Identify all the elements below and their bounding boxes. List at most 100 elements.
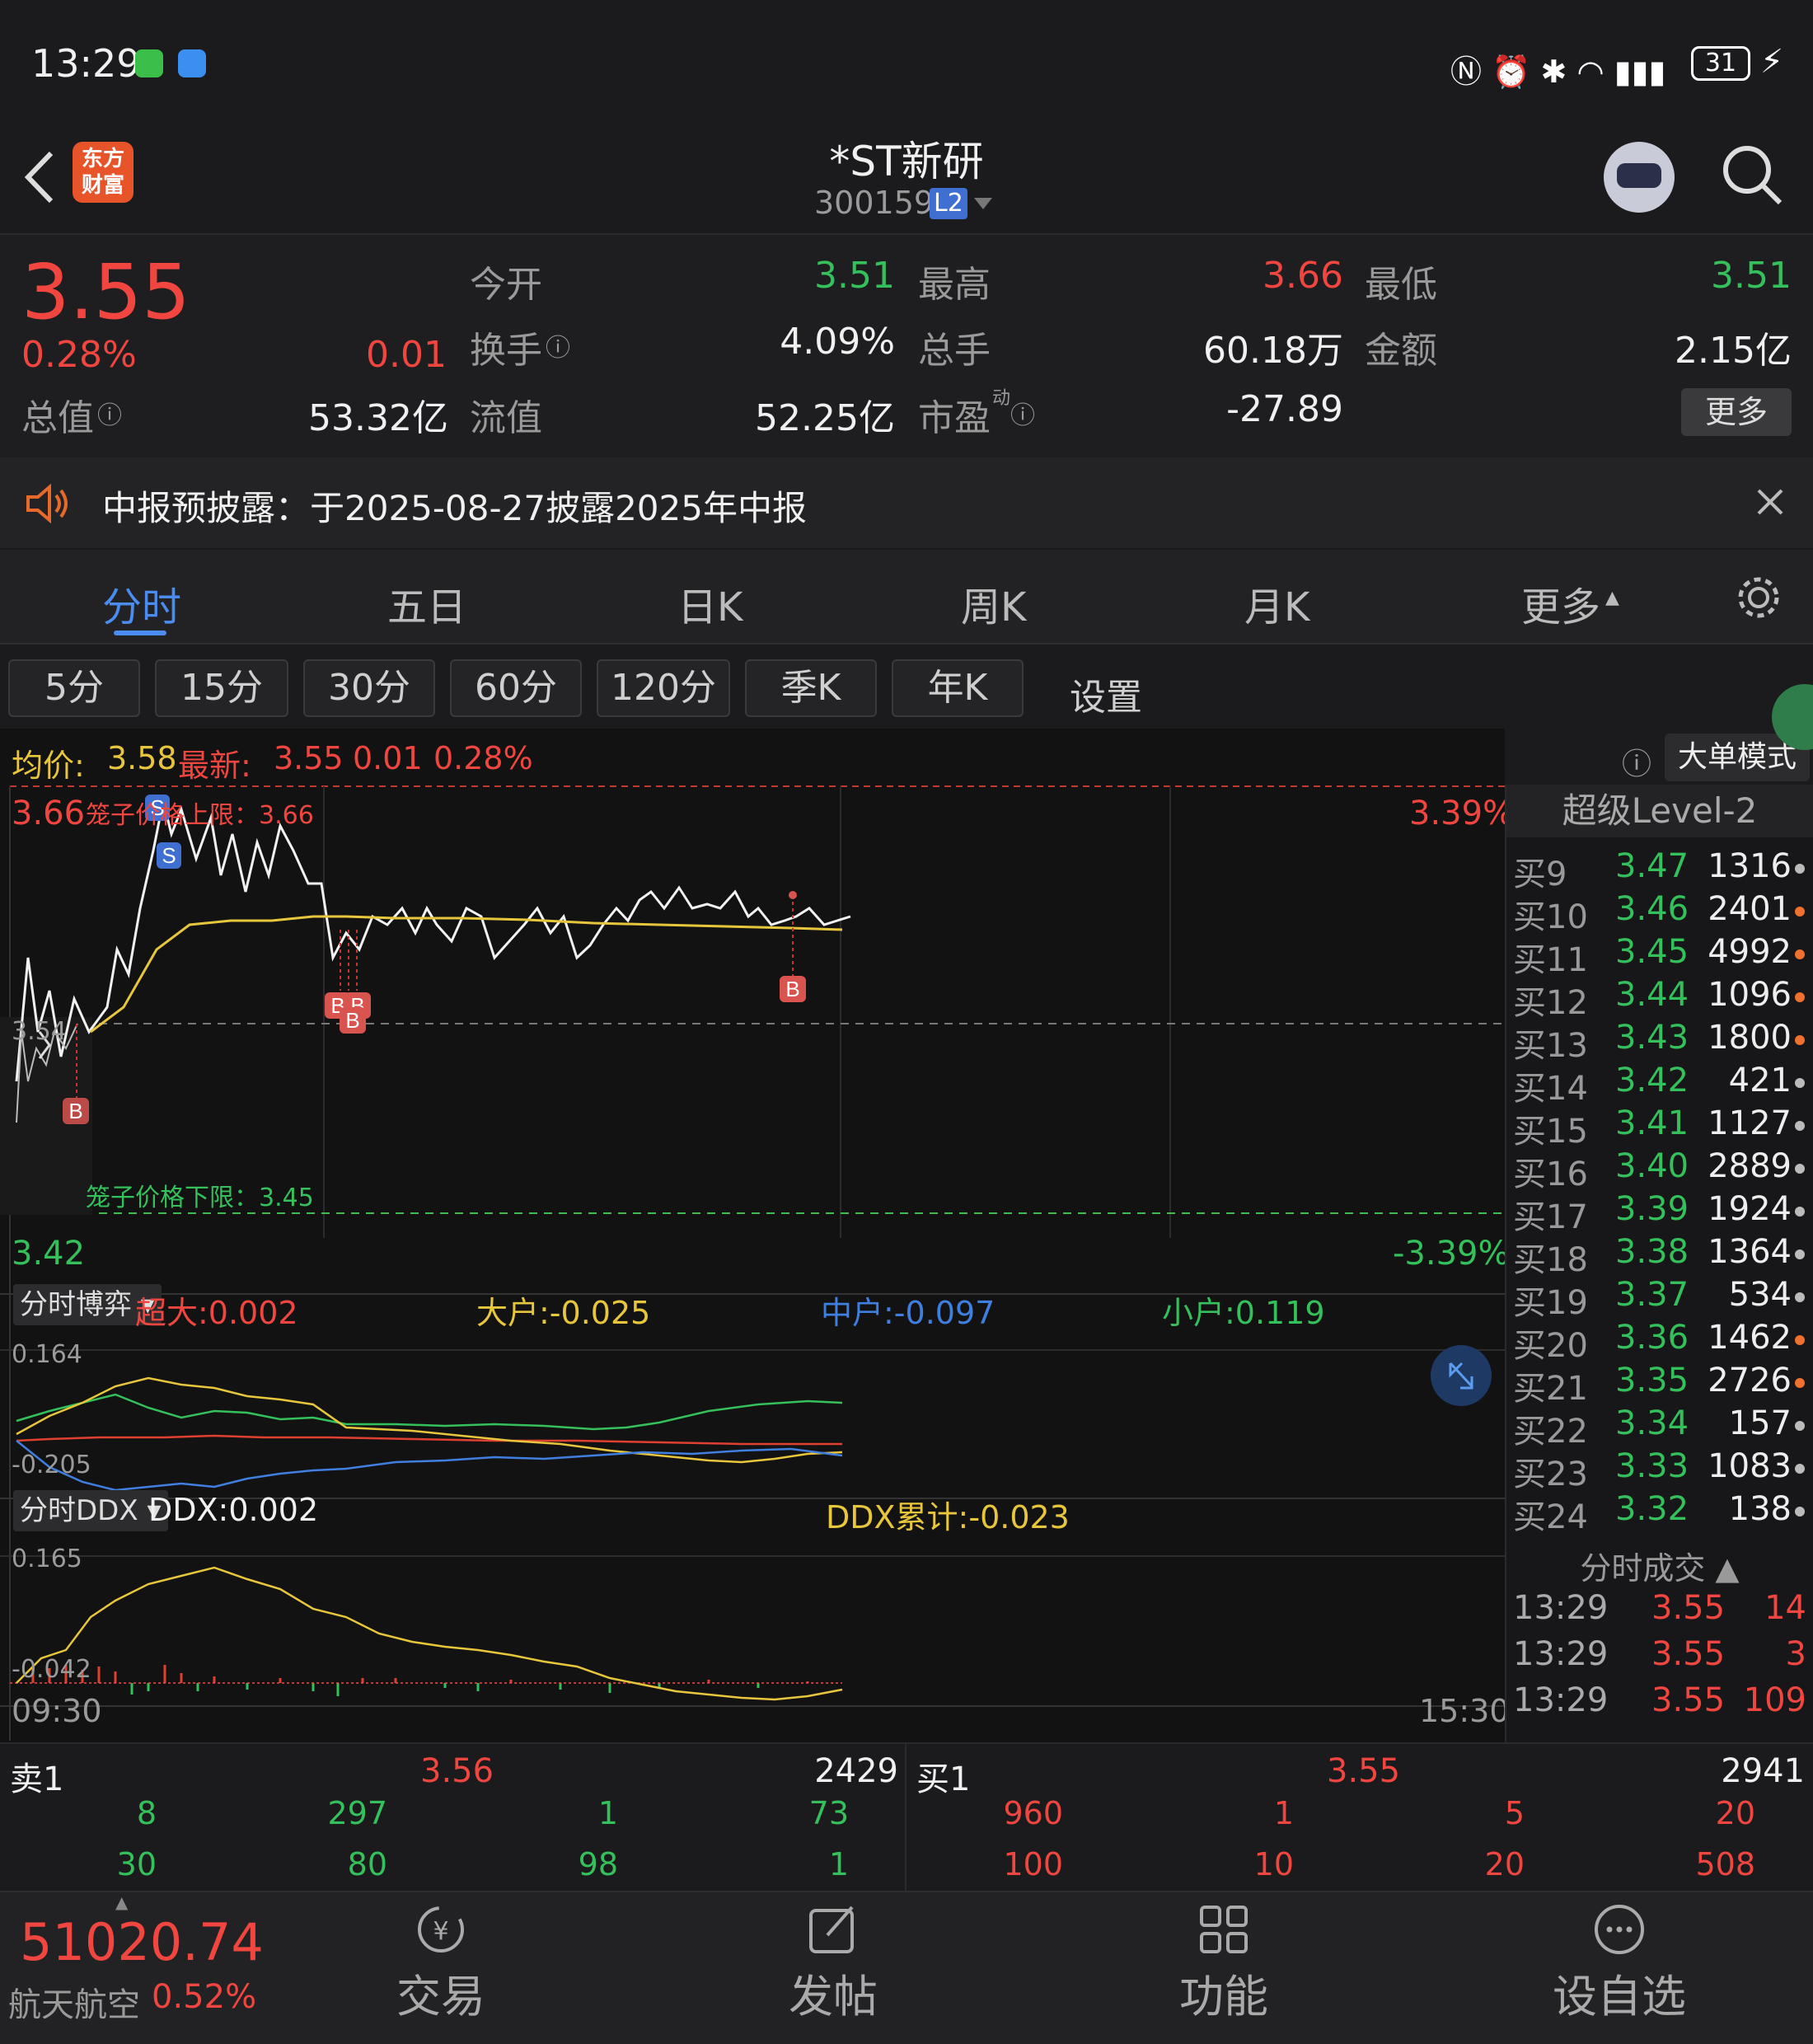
orderbook-row: 买21 3.35 2726 — [1506, 1362, 1813, 1408]
trade-volume: 109 — [1743, 1681, 1806, 1719]
chevron-up-icon: ▲ — [1605, 588, 1619, 608]
volume-label: 总手 — [918, 330, 991, 372]
status-dot — [1795, 1121, 1805, 1131]
trade-price: 3.55 — [1651, 1589, 1726, 1627]
buy-marker[interactable]: B — [63, 1098, 89, 1124]
orderbook-row: 买13 3.43 1800 — [1506, 1019, 1813, 1065]
period-settings[interactable]: 设置 — [1070, 668, 1142, 720]
nav-add-watchlist[interactable]: 设自选 — [1541, 1902, 1698, 2025]
more-button[interactable]: 更多 — [1681, 388, 1792, 436]
sell-marker[interactable]: S — [157, 842, 181, 869]
tab-daily-k[interactable]: 日K — [677, 574, 743, 632]
close-icon[interactable] — [1755, 487, 1785, 517]
chevron-down-icon[interactable] — [972, 196, 994, 213]
orderbook-price: 3.43 — [1615, 1019, 1689, 1057]
queue-order: 297 — [327, 1795, 387, 1831]
ddx-selector[interactable]: 分时DDX ▾ — [13, 1490, 168, 1531]
l2-badge: L2 — [930, 188, 967, 219]
nav-trade[interactable]: ¥ 交易 — [387, 1902, 494, 2025]
orderbook-price: 3.37 — [1615, 1276, 1689, 1314]
buy-marker[interactable]: B — [340, 1007, 366, 1034]
ddx-cumulative: DDX累计:-0.023 — [826, 1499, 1070, 1535]
avg-price-line — [90, 915, 843, 1034]
robot-assistant-icon[interactable] — [1604, 142, 1675, 213]
orderbook-level: 买25 — [1513, 1533, 1588, 1536]
orderbook-level: 买10 — [1513, 898, 1588, 936]
trade-volume: 14 — [1764, 1589, 1806, 1627]
cage-lower-limit: 笼子价格下限：3.45 — [86, 1184, 314, 1212]
chevron-up-icon[interactable]: ▲ — [115, 1892, 128, 1912]
stock-name[interactable]: *ST新研 — [0, 129, 1813, 188]
orderbook-price: 3.41 — [1615, 1104, 1689, 1142]
tab-more[interactable]: 更多 — [1521, 574, 1600, 632]
quote-panel: 3.55 0.28% 0.01 今开 3.51 最高 3.66 最低 3.51 … — [0, 235, 1813, 457]
orderbook-level: 买21 — [1513, 1370, 1588, 1408]
buy1-volume: 2941 — [1721, 1752, 1805, 1790]
ddx-bars — [31, 1665, 809, 1696]
index-value[interactable]: 51020.74 — [20, 1912, 264, 1972]
notice-bar[interactable]: 中报预披露：于2025-08-27披露2025年中报 — [0, 457, 1813, 548]
turnover-label: 换手 — [470, 330, 542, 372]
status-time: 13:29 — [31, 41, 141, 86]
sell1-label: 卖1 — [10, 1760, 64, 1798]
time-end: 15:30 — [1419, 1693, 1510, 1729]
period-quarter-k[interactable]: 季K — [745, 659, 877, 717]
period-5min[interactable]: 5分 — [8, 659, 140, 717]
orderbook-price: 3.39 — [1615, 1190, 1689, 1228]
stock-header: 东方 财富 *ST新研 300159 L2 — [0, 124, 1813, 235]
change-value: 0.01 — [366, 334, 447, 376]
period-60min[interactable]: 60分 — [450, 659, 582, 717]
mktcap-value: 53.32亿 — [308, 397, 448, 439]
orderbook-level: 买12 — [1513, 984, 1588, 1022]
latest-change: 0.01 — [353, 740, 423, 776]
status-icons: Ⓝ ⏰ ✱ ◠ ▮▮▮ — [1450, 46, 1665, 91]
open-value: 3.51 — [814, 255, 895, 297]
trades-title[interactable]: 分时成交 ▲ — [1506, 1543, 1813, 1588]
game-y-top: 0.164 — [12, 1340, 82, 1369]
orderbook-row: 买24 3.32 138 — [1506, 1490, 1813, 1536]
level2-title[interactable]: 超级Level-2 — [1506, 785, 1813, 837]
queue-order: 508 — [1695, 1846, 1755, 1882]
info-icon[interactable]: ⓘ — [1010, 395, 1035, 431]
buy-marker[interactable]: B — [780, 976, 806, 1002]
tab-five-day[interactable]: 五日 — [387, 574, 466, 632]
trades-list: 13:29 3.55 14 13:29 3.55 3 13:29 3.55 109 — [1506, 1589, 1813, 1737]
orderbook-price: 3.35 — [1615, 1362, 1689, 1399]
queue-order: 20 — [1715, 1795, 1755, 1831]
orderbook-level: 买14 — [1513, 1070, 1588, 1108]
signal-icon: ▮▮▮ — [1614, 54, 1666, 90]
orderbook-price: 3.40 — [1615, 1147, 1689, 1185]
orderbook-price: 3.45 — [1615, 933, 1689, 971]
level2-orderbook[interactable]: 买9 3.47 1316 买10 3.46 2401 买11 3.45 4992 买12 3.44 1… — [1506, 847, 1813, 1536]
expand-icon[interactable] — [1431, 1345, 1492, 1406]
orderbook-volume: 1096 — [1708, 976, 1792, 1014]
period-15min[interactable]: 15分 — [155, 659, 288, 717]
orderbook-price: 3.46 — [1615, 890, 1689, 928]
orderbook-row: 买10 3.46 2401 — [1506, 890, 1813, 936]
intraday-chart-area[interactable]: 均价: 3.58 最新: 3.55 0.01 0.28% ⓘ 大单模式 S S … — [0, 729, 1810, 1742]
buy1-label: 买1 — [916, 1760, 971, 1798]
period-year-k[interactable]: 年K — [892, 659, 1024, 717]
info-icon[interactable]: ⓘ — [546, 327, 570, 363]
period-30min[interactable]: 30分 — [303, 659, 435, 717]
tab-monthly-k[interactable]: 月K — [1244, 574, 1309, 632]
help-icon[interactable]: ⓘ — [1622, 740, 1651, 783]
tab-weekly-k[interactable]: 周K — [961, 574, 1026, 632]
orderbook-row: 买18 3.38 1364 — [1506, 1233, 1813, 1279]
gear-icon[interactable] — [1734, 573, 1783, 622]
period-120min[interactable]: 120分 — [597, 659, 730, 717]
amount-label: 金额 — [1365, 330, 1437, 372]
sell1-volume: 2429 — [814, 1752, 898, 1790]
y-axis-mid: 3.54 — [12, 1017, 67, 1046]
orderbook-volume: 1800 — [1708, 1019, 1792, 1057]
info-icon[interactable]: ⓘ — [97, 395, 122, 431]
nav-post[interactable]: 发帖 — [780, 1902, 887, 2025]
orderbook-price: 3.42 — [1615, 1062, 1689, 1099]
trade-time: 13:29 — [1513, 1635, 1609, 1673]
more-dots-icon — [1595, 1905, 1644, 1954]
search-icon[interactable] — [1719, 142, 1785, 208]
status-dot — [1795, 1507, 1805, 1517]
tab-intraday[interactable]: 分时 — [102, 574, 181, 632]
nav-functions[interactable]: 功能 — [1170, 1902, 1277, 2025]
orderbook-volume: 157 — [1728, 1404, 1792, 1442]
